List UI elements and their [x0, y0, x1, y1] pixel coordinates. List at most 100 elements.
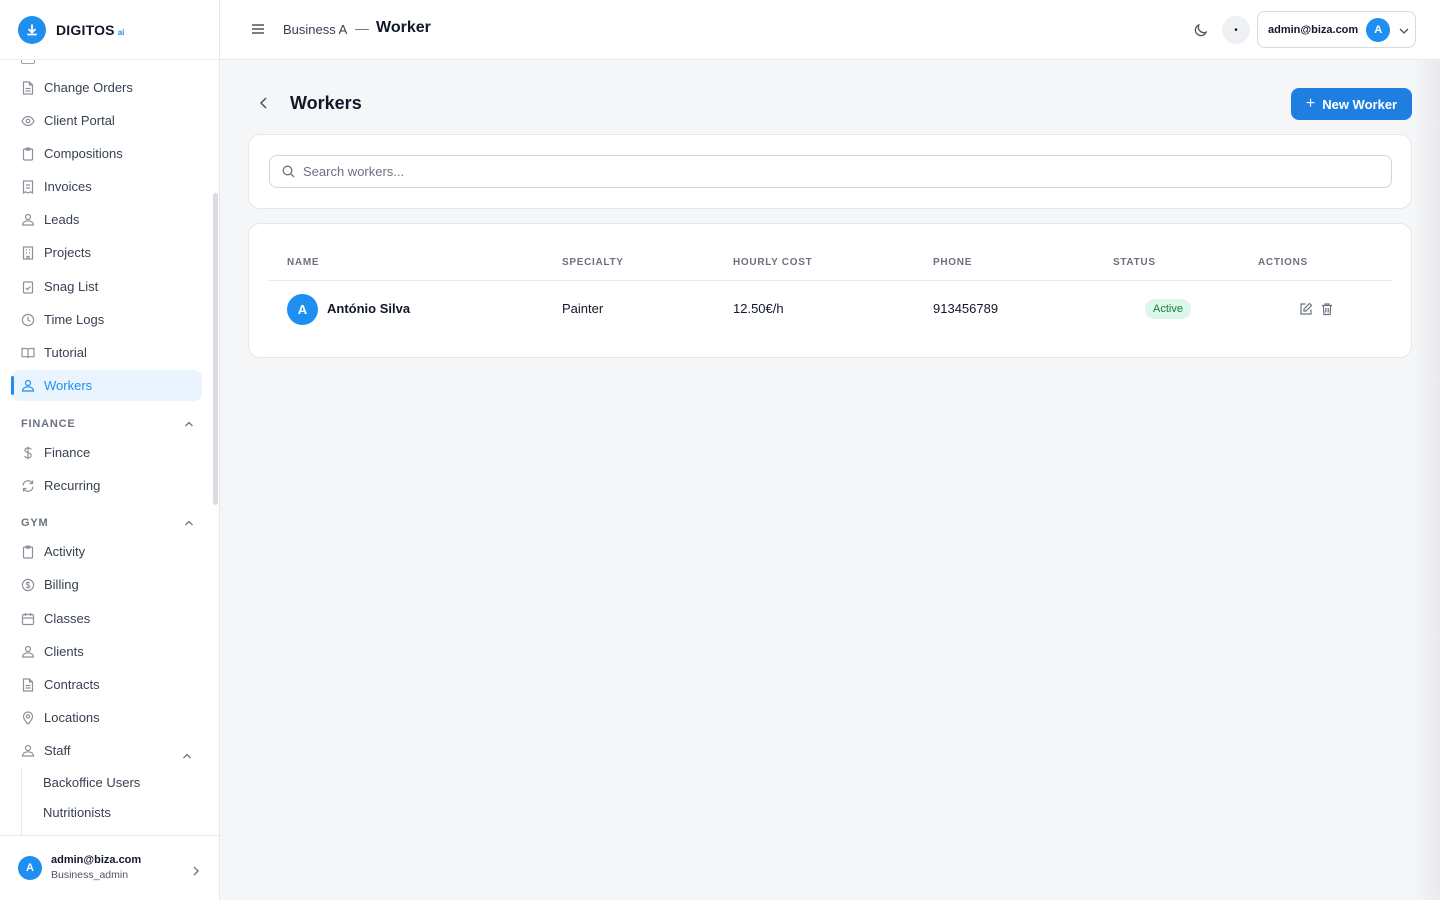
sidebar-item-billing[interactable]: Billing: [12, 569, 202, 600]
sidebar-item-label: Time Logs: [44, 312, 105, 327]
sidebar-item-workers[interactable]: Workers: [11, 370, 202, 401]
brand-name: DIGITOS: [56, 21, 115, 38]
worker-name: António Silva: [327, 301, 411, 316]
new-worker-button[interactable]: + New Worker: [1291, 88, 1412, 120]
chevron-up-icon: [182, 747, 192, 762]
sidebar-item-label: Workers: [44, 378, 93, 393]
sidebar-item-label: Projects: [44, 245, 91, 260]
status-badge: Active: [1145, 299, 1191, 319]
receipt-icon: [21, 179, 35, 194]
refresh-icon: [21, 479, 35, 493]
sidebar-item-clipped[interactable]: [21, 60, 68, 64]
document-icon: [21, 677, 35, 692]
sidebar-user-card[interactable]: A admin@biza.com Business_admin: [0, 835, 219, 900]
avatar: A: [287, 294, 318, 325]
sidebar-item-label: Clients: [44, 644, 84, 659]
section-gym[interactable]: GYM: [21, 517, 194, 529]
user-email: admin@biza.com: [51, 854, 142, 866]
worker-specialty: Painter: [562, 301, 604, 316]
section-heading: FINANCE: [21, 418, 76, 430]
sidebar-item-staff[interactable]: Staff: [12, 735, 202, 766]
plus-icon: +: [1305, 95, 1316, 112]
sidebar-item-time-logs[interactable]: Time Logs: [12, 304, 202, 335]
users-icon: [21, 744, 35, 758]
breadcrumb-business[interactable]: Business A: [283, 22, 347, 37]
sidebar-item-contracts[interactable]: Contracts: [12, 669, 202, 700]
sidebar-item-locations[interactable]: Locations: [12, 702, 202, 733]
sidebar-item-tutorial[interactable]: Tutorial: [12, 337, 202, 368]
sidebar-item-label: Classes: [44, 611, 91, 626]
chevron-up-icon: [184, 418, 194, 430]
trash-icon[interactable]: [1320, 302, 1334, 316]
dollar-icon: [21, 446, 35, 460]
sidebar-item-label: Locations: [44, 710, 100, 725]
sidebar-item-label: Recurring: [44, 478, 101, 493]
worker-hourly-cost: 12.50€/h: [733, 301, 784, 316]
workers-title: Workers: [290, 93, 362, 113]
sidebar-item-recurring[interactable]: Recurring: [12, 470, 202, 501]
column-header[interactable]: HOURLY COST: [733, 257, 812, 268]
edit-icon[interactable]: [1299, 302, 1313, 316]
sidebar-item-leads[interactable]: Leads: [12, 204, 202, 235]
sidebar-item-label: Change Orders: [44, 80, 133, 95]
column-header[interactable]: NAME: [287, 257, 319, 268]
brand[interactable]: DIGITOS ai: [0, 0, 219, 60]
edge-shadow: [1414, 60, 1440, 900]
menu-icon[interactable]: [251, 22, 265, 36]
sidebar-subitem-backoffice-users[interactable]: Backoffice Users: [43, 775, 140, 790]
user-role: Business_admin: [51, 869, 129, 881]
sidebar-item-label: Invoices: [44, 179, 92, 194]
chevron-down-icon: [1399, 21, 1409, 39]
sidebar-item-label: Finance: [44, 445, 91, 460]
eye-icon: [21, 114, 35, 128]
sidebar-item-client-portal[interactable]: Client Portal: [12, 105, 202, 136]
column-header[interactable]: PHONE: [933, 257, 972, 268]
sidebar-item-compositions[interactable]: Compositions: [12, 138, 202, 169]
workers-table: NAME SPECIALTY HOURLY COST PHONE STATUS …: [248, 223, 1412, 358]
digitos-logo-icon: [18, 15, 46, 44]
sidebar-item-label: Activity: [44, 544, 86, 559]
column-header[interactable]: STATUS: [1113, 257, 1156, 268]
sidebar-item-label: Staff: [44, 743, 71, 758]
column-header[interactable]: SPECIALTY: [562, 257, 624, 268]
sidebar-item-invoices[interactable]: Invoices: [12, 171, 202, 202]
sidebar-item-activity[interactable]: Activity: [12, 536, 202, 567]
search-input[interactable]: [303, 164, 1363, 179]
chevron-right-icon: [193, 863, 199, 881]
clipboard-icon: [21, 544, 35, 559]
sidebar-scrollbar[interactable]: [213, 193, 218, 505]
submenu-line: [21, 768, 22, 835]
sidebar-item-projects[interactable]: Projects: [12, 237, 202, 268]
clipboard-icon: [21, 146, 35, 161]
clock-icon: [21, 313, 35, 327]
search-card: [248, 134, 1412, 209]
sidebar-item-change-orders[interactable]: Change Orders: [12, 72, 202, 103]
sidebar-item-finance[interactable]: Finance: [12, 437, 202, 468]
calendar-icon: [21, 612, 35, 626]
users-icon: [21, 379, 35, 393]
avatar: A: [18, 856, 42, 880]
building-icon: [21, 245, 35, 260]
sidebar: DIGITOS ai Change Orders Client Portal C…: [0, 0, 220, 900]
sidebar-item-label: Leads: [44, 212, 80, 227]
search-field[interactable]: [269, 155, 1392, 188]
map-pin-icon: [21, 710, 35, 725]
moon-icon[interactable]: [1193, 22, 1209, 38]
user-menu[interactable]: admin@biza.com A: [1257, 11, 1416, 48]
new-worker-label: New Worker: [1322, 96, 1398, 112]
sidebar-item-snag-list[interactable]: Snag List: [12, 271, 202, 302]
worker-phone: 913456789: [933, 301, 999, 316]
notification-button[interactable]: •: [1222, 16, 1250, 44]
chevron-up-icon: [184, 517, 194, 529]
sidebar-subitem-nutritionists[interactable]: Nutritionists: [43, 805, 111, 820]
sidebar-item-label: Client Portal: [44, 113, 115, 128]
section-finance[interactable]: FINANCE: [21, 418, 194, 430]
sidebar-item-classes[interactable]: Classes: [12, 603, 202, 634]
sidebar-item-clients[interactable]: Clients: [12, 636, 202, 667]
sidebar-item-label: Snag List: [44, 279, 99, 294]
sidebar-item-label: Contracts: [44, 677, 100, 692]
user-email: admin@biza.com: [1268, 23, 1359, 36]
users-icon: [21, 213, 35, 227]
back-arrow-icon[interactable]: [256, 95, 272, 111]
coin-icon: [21, 578, 35, 592]
